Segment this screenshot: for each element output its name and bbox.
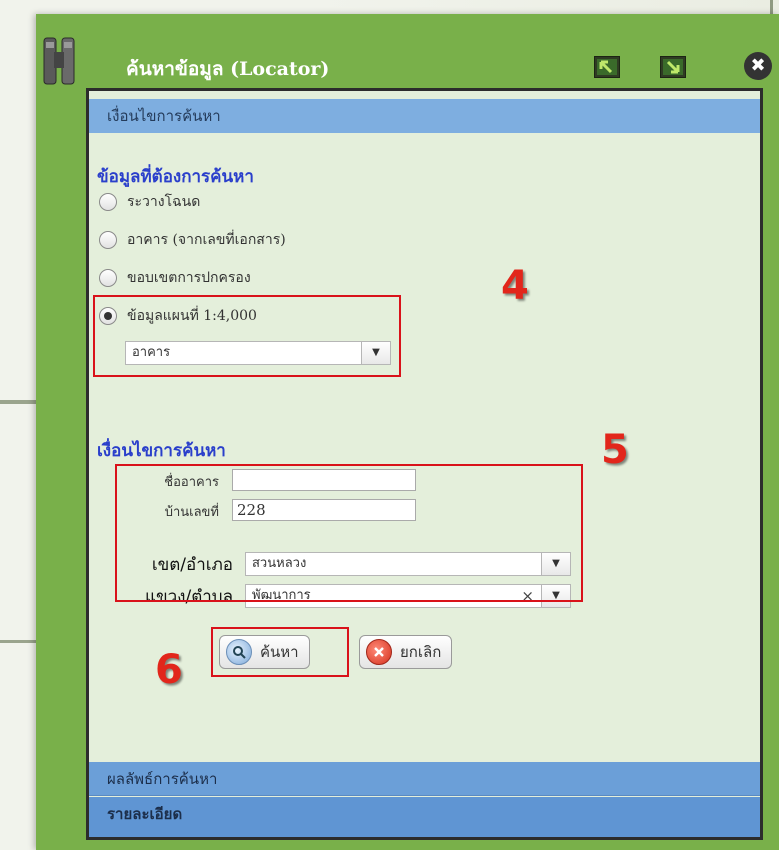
result-header[interactable]: ผลลัพธ์การค้นหา xyxy=(89,762,760,796)
radio-button[interactable] xyxy=(99,231,117,249)
radio-button[interactable] xyxy=(99,269,117,287)
step-6-annotation: 6 xyxy=(155,647,183,693)
highlight-box-step5 xyxy=(115,464,583,602)
radio-option-deed-map[interactable]: ระวางโฉนด xyxy=(99,189,200,215)
search-conditions-header[interactable]: เงื่อนไขการค้นหา xyxy=(89,99,760,133)
detail-header[interactable]: รายละเอียด xyxy=(89,797,760,837)
cancel-x-icon xyxy=(366,639,392,665)
cancel-button[interactable]: ยกเลิก xyxy=(359,635,453,669)
step-5-annotation: 5 xyxy=(601,427,629,473)
radio-option-admin-boundary[interactable]: ขอบเขตการปกครอง xyxy=(99,265,251,291)
restore-button[interactable] xyxy=(594,56,620,78)
radio-label: ระวางโฉนด xyxy=(127,194,201,210)
highlight-box-step4 xyxy=(93,295,401,377)
radio-label: ขอบเขตการปกครอง xyxy=(127,270,251,286)
radio-label: อาคาร (จากเลขที่เอกสาร) xyxy=(127,232,286,248)
cancel-button-label: ยกเลิก xyxy=(400,643,442,661)
radio-button[interactable] xyxy=(99,193,117,211)
close-icon: ✖ xyxy=(750,55,766,76)
locator-panel: เงื่อนไขการค้นหา ข้อมูลที่ต้องการค้นหา ร… xyxy=(86,88,763,840)
window-title: ค้นหาข้อมูล (Locator) xyxy=(126,58,330,80)
minimize-button[interactable] xyxy=(660,56,686,78)
minimize-icon xyxy=(663,59,683,75)
restore-icon xyxy=(597,59,617,75)
binoculars-icon xyxy=(40,32,80,88)
highlight-box-step6 xyxy=(211,627,349,677)
close-button[interactable]: ✖ xyxy=(744,52,772,80)
radio-option-building[interactable]: อาคาร (จากเลขที่เอกสาร) xyxy=(99,227,286,253)
criteria-title: เงื่อนไขการค้นหา xyxy=(97,441,226,461)
data-group-title: ข้อมูลที่ต้องการค้นหา xyxy=(97,167,254,187)
step-4-annotation: 4 xyxy=(501,263,529,309)
